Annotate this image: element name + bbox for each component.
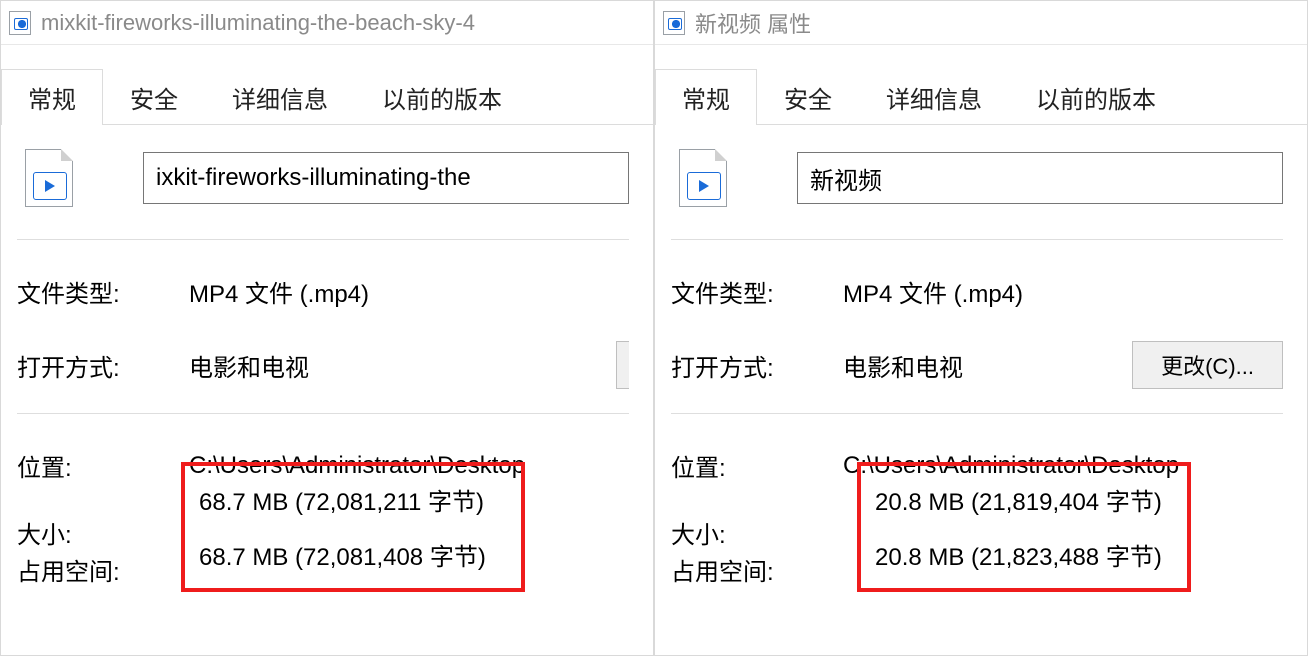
tabstrip: 常规 安全 详细信息 以前的版本 <box>655 69 1307 125</box>
row-file-type: 文件类型: MP4 文件 (.mp4) <box>17 258 629 325</box>
row-file-type: 文件类型: MP4 文件 (.mp4) <box>671 258 1283 325</box>
titlebar[interactable]: 新视频 属性 <box>655 1 1307 45</box>
value-file-type: MP4 文件 (.mp4) <box>843 274 1283 309</box>
size-highlight-box: 68.7 MB (72,081,211 字节) 68.7 MB (72,081,… <box>181 462 525 592</box>
titlebar[interactable]: mixkit-fireworks-illuminating-the-beach-… <box>1 1 653 45</box>
window-title: mixkit-fireworks-illuminating-the-beach-… <box>41 10 475 36</box>
row-open-with: 打开方式: 电影和电视 <box>17 325 629 405</box>
tab-general[interactable]: 常规 <box>1 69 103 125</box>
value-file-type: MP4 文件 (.mp4) <box>189 274 629 309</box>
properties-window-left: mixkit-fireworks-illuminating-the-beach-… <box>0 0 654 656</box>
tab-previous-versions[interactable]: 以前的版本 <box>1009 69 1183 125</box>
size-highlight-box: 20.8 MB (21,819,404 字节) 20.8 MB (21,823,… <box>857 462 1191 592</box>
tab-details[interactable]: 详细信息 <box>859 69 1009 125</box>
label-open-with: 打开方式: <box>671 348 843 383</box>
filename-input[interactable] <box>143 152 629 204</box>
divider <box>17 413 629 414</box>
video-file-icon <box>663 11 685 35</box>
value-size: 20.8 MB (21,819,404 字节) <box>875 482 1173 517</box>
row-open-with: 打开方式: 电影和电视 更改(C)... <box>671 325 1283 405</box>
value-size: 68.7 MB (72,081,211 字节) <box>199 482 507 517</box>
label-file-type: 文件类型: <box>671 274 843 309</box>
divider <box>17 239 629 240</box>
value-size-on-disk: 68.7 MB (72,081,408 字节) <box>199 537 507 572</box>
properties-window-right: 新视频 属性 常规 安全 详细信息 以前的版本 文件类型: MP4 文件 (.m… <box>654 0 1308 656</box>
tab-previous-versions[interactable]: 以前的版本 <box>355 69 529 125</box>
video-file-icon <box>9 11 31 35</box>
filename-input[interactable] <box>797 152 1283 204</box>
tab-details[interactable]: 详细信息 <box>205 69 355 125</box>
tab-security[interactable]: 安全 <box>757 69 859 125</box>
tabstrip: 常规 安全 详细信息 以前的版本 <box>1 69 653 125</box>
divider <box>671 239 1283 240</box>
video-file-icon <box>25 149 73 207</box>
tab-general[interactable]: 常规 <box>655 69 757 125</box>
label-open-with: 打开方式: <box>17 348 189 383</box>
change-button[interactable] <box>616 341 629 389</box>
video-file-icon <box>679 149 727 207</box>
tab-content-general: 文件类型: MP4 文件 (.mp4) 打开方式: 电影和电视 更改(C)...… <box>655 125 1307 603</box>
value-open-with: 电影和电视 <box>189 348 616 383</box>
window-title: 新视频 属性 <box>695 7 811 39</box>
value-open-with: 电影和电视 <box>843 348 1132 383</box>
divider <box>671 413 1283 414</box>
value-size-on-disk: 20.8 MB (21,823,488 字节) <box>875 537 1173 572</box>
tab-content-general: 文件类型: MP4 文件 (.mp4) 打开方式: 电影和电视 位置: C:\U… <box>1 125 653 603</box>
change-button[interactable]: 更改(C)... <box>1132 341 1283 389</box>
tab-security[interactable]: 安全 <box>103 69 205 125</box>
label-file-type: 文件类型: <box>17 274 189 309</box>
